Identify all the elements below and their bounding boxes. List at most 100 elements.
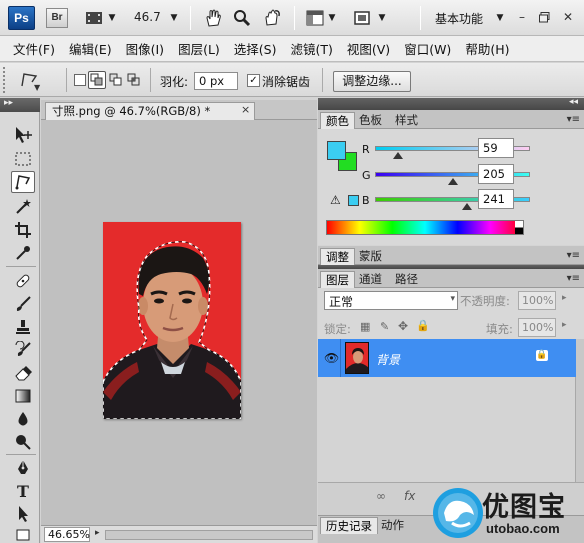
type-tool[interactable]: T [11,480,35,502]
brush-tool[interactable] [11,293,35,315]
panel-menu-icon[interactable]: ▾≡ [567,250,580,261]
blue-slider-thumb[interactable] [462,203,472,210]
magic-wand-tool[interactable] [11,195,35,217]
menu-view[interactable]: 视图(V) [340,39,397,58]
rotate-view-button[interactable] [260,6,284,30]
move-tool[interactable] [11,124,35,146]
menu-help[interactable]: 帮助(H) [458,39,516,58]
chevron-down-icon[interactable]: ▼ [326,6,338,30]
green-value-field[interactable]: 205 [478,164,514,184]
dodge-tool[interactable] [11,431,35,453]
menu-image[interactable]: 图像(I) [119,39,171,58]
menu-file[interactable]: 文件(F) [6,39,62,58]
blur-tool[interactable] [11,408,35,430]
pen-tool[interactable] [11,457,35,479]
crop-tool[interactable] [11,219,35,241]
grip-handle[interactable] [3,67,9,93]
tools-panel-header[interactable]: ▸▸ [0,98,40,112]
horizontal-scrollbar[interactable] [105,530,313,540]
tab-actions[interactable]: 动作 [376,517,409,534]
zoom-dropdown-icon[interactable]: ▼ [168,6,180,30]
eye-visibility-icon[interactable]: 👁 [324,351,339,365]
layer-row-background[interactable]: 👁 背景 🔒 [318,339,576,377]
view-extras-button[interactable] [80,6,108,30]
healing-brush-tool[interactable] [11,270,35,292]
foreground-color-swatch[interactable] [327,141,346,160]
red-value-field[interactable]: 59 [478,138,514,158]
lock-image-icon[interactable]: ✎ [380,320,389,333]
bridge-button[interactable]: Br [46,8,68,28]
tab-adjustments[interactable]: 调整 [320,248,355,265]
link-layers-icon[interactable]: ∞ [376,489,386,503]
tab-paths[interactable]: 路径 [390,271,423,288]
fill-slider-icon[interactable]: ▸ [562,320,567,330]
menu-edit[interactable]: 编辑(E) [62,39,119,58]
screen-mode-button[interactable] [350,6,374,30]
eyedropper-tool[interactable] [11,242,35,264]
add-to-selection-icon[interactable] [88,71,106,89]
gamut-color-chip[interactable] [348,195,359,206]
panel-menu-icon[interactable]: ▾≡ [567,273,580,284]
color-spectrum-bar[interactable] [326,220,524,235]
collapse-panels-icon[interactable]: ◂◂ [569,97,578,107]
path-selection-tool[interactable] [11,503,35,525]
scroll-right-icon[interactable]: ▸ [95,528,100,538]
workspace-switcher[interactable]: 基本功能 [435,10,483,27]
menu-window[interactable]: 窗口(W) [397,39,458,58]
opacity-slider-icon[interactable]: ▸ [562,293,567,303]
fx-icon[interactable]: fx [404,489,415,503]
blue-value-field[interactable]: 241 [478,189,514,209]
close-window-icon[interactable]: ✕ [560,8,576,26]
subtract-from-selection-icon[interactable] [108,72,124,88]
menu-layer[interactable]: 图层(L) [171,39,227,58]
lock-position-icon[interactable]: ✥ [398,319,408,333]
zoom-status-field[interactable]: 46.65% [44,527,90,542]
tab-color[interactable]: 颜色 [320,112,355,129]
intersect-selection-icon[interactable] [126,72,142,88]
lock-transparent-icon[interactable]: ▦ [360,320,370,333]
eraser-tool[interactable] [11,362,35,384]
restore-icon[interactable] [536,8,552,26]
feather-input[interactable]: 0 px [194,72,238,90]
zoom-level[interactable]: 46.7 [134,10,161,24]
fill-field[interactable]: 100% [518,318,556,337]
hand-tool-button[interactable] [200,6,226,30]
tab-layers[interactable]: 图层 [320,271,355,288]
tab-masks[interactable]: 蒙版 [354,248,387,265]
red-slider-thumb[interactable] [393,152,403,159]
workspace-dropdown-icon[interactable]: ▼ [494,6,506,30]
chevron-down-icon[interactable]: ▼ [106,6,118,30]
menu-filter[interactable]: 滤镜(T) [283,39,339,58]
menu-select[interactable]: 选择(S) [227,39,284,58]
clone-stamp-tool[interactable] [11,316,35,338]
document-tab[interactable]: 寸照.png @ 46.7%(RGB/8) * [45,102,255,120]
new-selection-icon[interactable] [74,74,86,86]
opacity-field[interactable]: 100% [518,291,556,310]
lock-all-icon[interactable]: 🔒 [416,319,430,332]
history-brush-tool[interactable] [11,339,35,361]
zoom-tool-button[interactable] [230,6,254,30]
antialias-checkbox[interactable]: ✓ [247,74,260,87]
panel-menu-icon[interactable]: ▾≡ [567,114,580,125]
portrait-photo[interactable] [103,222,241,419]
lasso-tool[interactable] [11,171,35,193]
blend-mode-select[interactable]: 正常 ▾ [324,291,458,310]
gradient-tool[interactable] [11,385,35,407]
shape-tool[interactable] [11,524,35,543]
layer-name[interactable]: 背景 [376,351,400,368]
tab-styles[interactable]: 样式 [390,112,423,129]
green-slider-thumb[interactable] [448,178,458,185]
minimize-icon[interactable]: – [514,8,530,26]
collapse-icon[interactable]: ▸▸ [4,98,13,108]
refine-edge-button[interactable]: 调整边缘... [333,71,411,92]
arrange-documents-button[interactable] [304,6,326,30]
gamut-warning-icon[interactable]: ⚠ [330,193,341,207]
panel-dock-header[interactable]: ◂◂ [318,97,584,110]
marquee-tool[interactable] [11,148,35,170]
tab-swatches[interactable]: 色板 [354,112,387,129]
tab-history[interactable]: 历史记录 [320,517,378,534]
tab-channels[interactable]: 通道 [354,271,387,288]
black-white-chips[interactable] [515,221,523,234]
tool-preset-picker[interactable]: ▼ [18,70,44,92]
close-tab-icon[interactable]: × [241,103,250,116]
